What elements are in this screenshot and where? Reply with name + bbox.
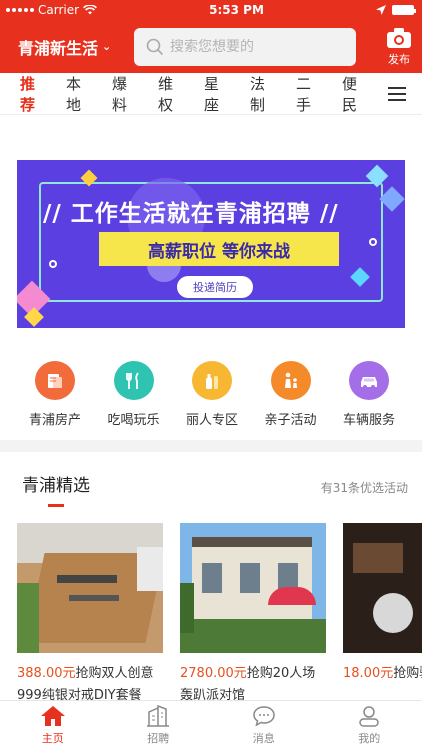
category-tabs: 推荐 本地 爆料 维权 星座 法制 二手 便民 [0,73,422,115]
product-card[interactable]: 388.00元抢购双人创意999纯银对戒DIY套餐 [17,523,163,707]
wifi-icon [83,5,98,15]
tab-horoscope[interactable]: 星座 [204,73,233,115]
section-subtitle[interactable]: 有31条优选活动 [321,479,408,496]
tab-convenience[interactable]: 便民 [342,73,371,115]
recruitment-banner[interactable]: // 工作生活就在青浦招聘 // 高薪职位 等你来战 投递简历 [17,160,405,328]
publish-label: 发布 [388,52,410,66]
app-header: 青浦新生活 ⌄ 发布 [0,20,422,73]
building-icon [147,705,170,727]
home-icon [40,706,65,726]
city-name: 青浦新生活 [18,38,99,58]
service-label: 丽人专区 [185,413,238,428]
nav-label: 我的 [358,732,381,745]
nav-home[interactable]: 主页 [0,701,106,750]
product-text: 18.00元抢购验卡 [343,663,422,685]
decor-diamond [379,186,405,212]
product-price: 18.00元 [343,666,394,681]
banner-headline: // 工作生活就在青浦招聘 // [43,201,339,227]
tab-rights[interactable]: 维权 [158,73,187,115]
battery-icon [392,5,416,15]
parent-child-icon [270,361,311,400]
app-screen: Carrier 5:53 PM 青浦新生活 ⌄ 发布 [0,0,422,750]
search-icon [146,38,164,55]
service-label: 吃喝玩乐 [107,413,160,428]
decor-dot [369,238,377,246]
status-bar: Carrier 5:53 PM [0,0,422,20]
product-card[interactable]: 18.00元抢购验卡 [343,523,422,707]
section-title: 青浦精选 [22,476,90,496]
featured-cards: 388.00元抢购双人创意999纯银对戒DIY套餐 2780.00元抢购20人场… [0,507,422,707]
search-box[interactable] [134,27,356,66]
bottom-nav: 主页 招聘 消息 我的 [0,700,422,750]
publish-button[interactable]: 发布 [386,27,412,67]
nav-label: 招聘 [147,732,170,745]
nav-messages[interactable]: 消息 [211,701,317,750]
quick-services: 青浦房产 吃喝玩乐 丽人专区 亲子活动 车辆服务 [0,328,422,428]
status-time: 5:53 PM [209,3,264,17]
product-image [343,523,422,653]
signal-icon [6,8,34,12]
service-car[interactable]: 车辆服务 [334,361,404,428]
product-price: 2780.00元 [180,666,247,681]
car-icon [349,361,389,400]
section-divider [0,440,422,452]
submit-resume-button[interactable]: 投递简历 [177,276,253,298]
camera-icon [387,27,411,48]
fork-knife-icon [113,361,154,400]
product-image [17,523,163,653]
chevron-down-icon: ⌄ [102,40,112,53]
service-food[interactable]: 吃喝玩乐 [99,361,169,428]
tab-local[interactable]: 本地 [66,73,95,115]
tab-legal[interactable]: 法制 [250,73,279,115]
carrier-label: Carrier [38,3,80,17]
service-label: 车辆服务 [342,413,395,428]
top-bar: Carrier 5:53 PM 青浦新生活 ⌄ 发布 [0,0,422,73]
service-parenting[interactable]: 亲子活动 [256,361,326,428]
nav-profile[interactable]: 我的 [317,701,422,750]
service-beauty[interactable]: 丽人专区 [177,361,247,428]
banner-slogan: 高薪职位 等你来战 [99,232,339,266]
city-selector[interactable]: 青浦新生活 ⌄ [18,35,128,59]
chat-bubble-icon [252,706,275,727]
nav-label: 主页 [41,732,64,745]
featured-header: 青浦精选 有31条优选活动 [0,452,422,496]
product-price: 388.00元 [17,666,76,681]
product-title: 抢购验卡 [393,666,422,681]
product-card[interactable]: 2780.00元抢购20人场轰趴派对馆 [180,523,326,707]
location-icon [376,5,386,15]
service-house[interactable]: 青浦房产 [20,361,90,428]
tab-second-hand[interactable]: 二手 [296,73,325,115]
menu-icon[interactable] [388,86,406,101]
nav-jobs[interactable]: 招聘 [106,701,212,750]
decor-dot [49,260,57,268]
tab-news-tips[interactable]: 爆料 [112,73,141,115]
service-label: 青浦房产 [28,413,81,428]
search-input[interactable] [170,38,350,55]
cosmetics-icon [192,361,232,400]
house-doc-icon [35,361,75,400]
service-label: 亲子活动 [264,413,317,428]
tab-recommend[interactable]: 推荐 [20,73,49,115]
nav-label: 消息 [252,732,275,745]
product-image [180,523,326,653]
user-icon [359,706,379,727]
